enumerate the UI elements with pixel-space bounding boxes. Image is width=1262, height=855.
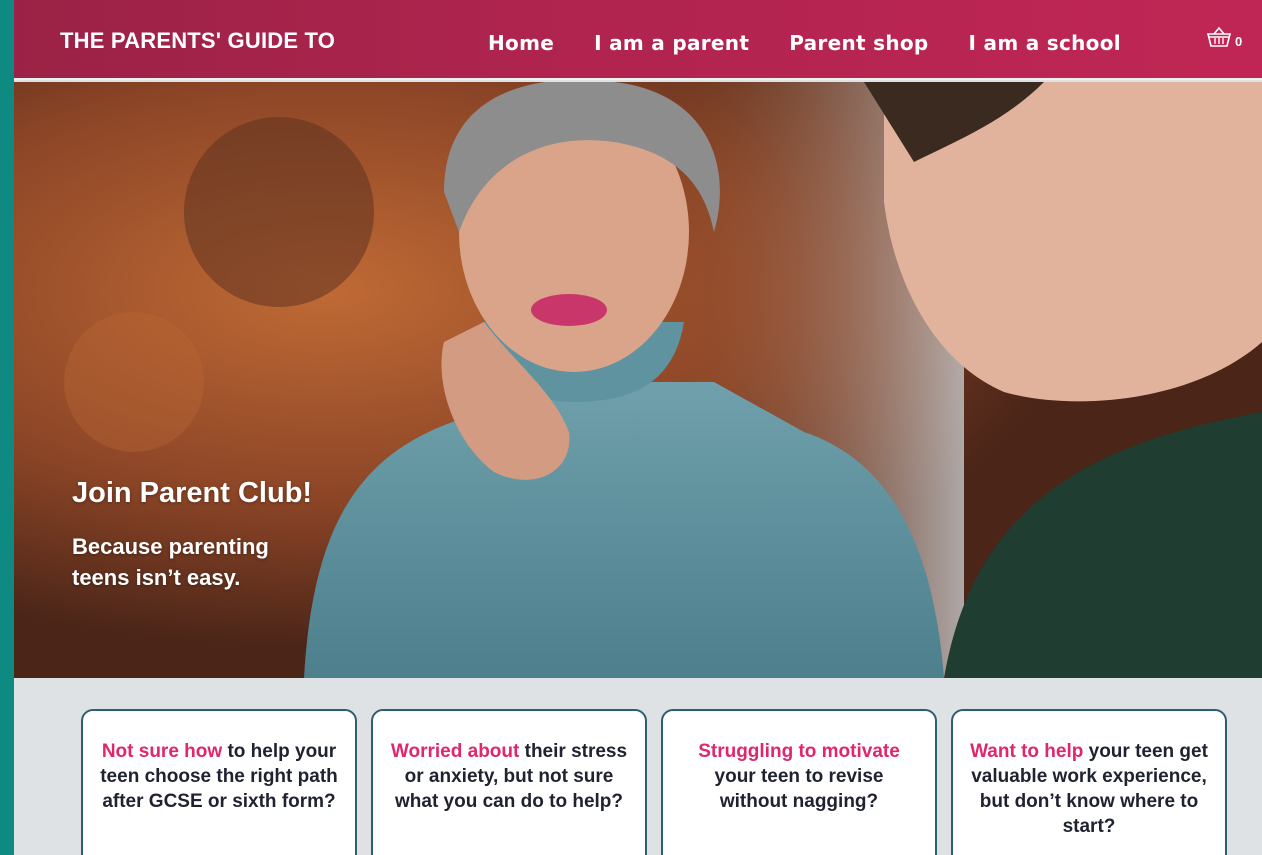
nav-i-am-a-parent[interactable]: I am a parent xyxy=(594,31,749,55)
hero-subtitle: Because parenting teens isn’t easy. xyxy=(72,534,269,590)
main-nav: Home I am a parent Parent shop I am a sc… xyxy=(488,31,1161,55)
page: THE PARENTS' GUIDE TO Home I am a parent… xyxy=(14,0,1262,855)
nav-parent-shop[interactable]: Parent shop xyxy=(789,31,928,55)
card-highlight: Not sure how xyxy=(101,741,223,762)
help-card-career-path[interactable]: Not sure how to help your teen choose th… xyxy=(81,709,357,855)
help-card-revision[interactable]: Struggling to motivate your teen to revi… xyxy=(661,709,937,855)
hero-text: Join Parent Club! Because parenting teen… xyxy=(72,477,332,594)
cart-button[interactable]: 0 xyxy=(1206,26,1242,53)
brand-logo[interactable]: THE PARENTS' GUIDE TO xyxy=(60,28,335,54)
card-text: your teen to revise without nagging? xyxy=(714,766,884,813)
card-highlight: Struggling to motivate xyxy=(698,741,900,762)
site-header: THE PARENTS' GUIDE TO Home I am a parent… xyxy=(14,0,1262,80)
card-highlight: Want to help xyxy=(970,741,1084,762)
help-card-work-experience[interactable]: Want to help your teen get valuable work… xyxy=(951,709,1227,855)
card-highlight: Worried about xyxy=(390,741,520,762)
hero-title: Join Parent Club! xyxy=(72,477,313,509)
nav-home[interactable]: Home xyxy=(488,31,554,55)
help-cards: Not sure how to help your teen choose th… xyxy=(81,709,1227,855)
help-card-anxiety[interactable]: Worried about their stress or anxiety, b… xyxy=(371,709,647,855)
basket-icon xyxy=(1206,26,1232,53)
hero-banner: Join Parent Club! Because parenting teen… xyxy=(14,82,1262,678)
cart-count: 0 xyxy=(1235,34,1243,49)
nav-i-am-a-school[interactable]: I am a school xyxy=(969,31,1121,55)
